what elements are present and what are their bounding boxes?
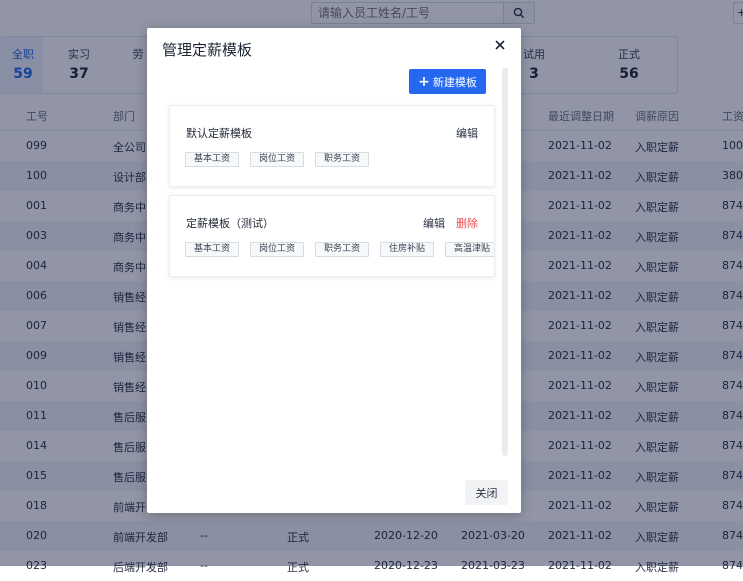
template-card: 默认定薪模板 编辑 基本工资 岗位工资 职务工资	[169, 105, 495, 187]
plus-icon: +	[418, 73, 430, 90]
edit-link[interactable]: 编辑	[423, 215, 445, 231]
new-template-button[interactable]: + 新建模板	[409, 69, 486, 94]
dialog-close-button[interactable]: 关闭	[465, 480, 508, 505]
salary-item-tag: 岗位工资	[250, 242, 304, 257]
dialog-title: 管理定薪模板	[162, 41, 253, 59]
delete-link[interactable]: 删除	[456, 215, 478, 231]
close-icon[interactable]	[492, 37, 508, 53]
scrollbar[interactable]	[502, 68, 508, 456]
salary-item-tag: 高温津贴	[445, 242, 494, 257]
new-template-label: 新建模板	[432, 75, 477, 89]
salary-item-tag: 职务工资	[315, 242, 369, 257]
template-card: 定薪模板（测试） 编辑 删除 基本工资 岗位工资 职务工资 住房补贴 高温津贴	[169, 195, 495, 277]
template-name: 定薪模板（测试）	[186, 217, 274, 230]
salary-item-tag: 职务工资	[315, 152, 369, 167]
salary-item-tag: 岗位工资	[250, 152, 304, 167]
salary-item-tag: 基本工资	[185, 152, 239, 167]
salary-item-tag: 住房补贴	[380, 242, 434, 257]
edit-link[interactable]: 编辑	[456, 125, 478, 141]
manage-templates-dialog: 管理定薪模板 + 新建模板 默认定薪模板 编辑 基本工资 岗位工资 职务工资 定…	[147, 28, 521, 513]
salary-item-tag: 基本工资	[185, 242, 239, 257]
template-name: 默认定薪模板	[186, 127, 252, 140]
